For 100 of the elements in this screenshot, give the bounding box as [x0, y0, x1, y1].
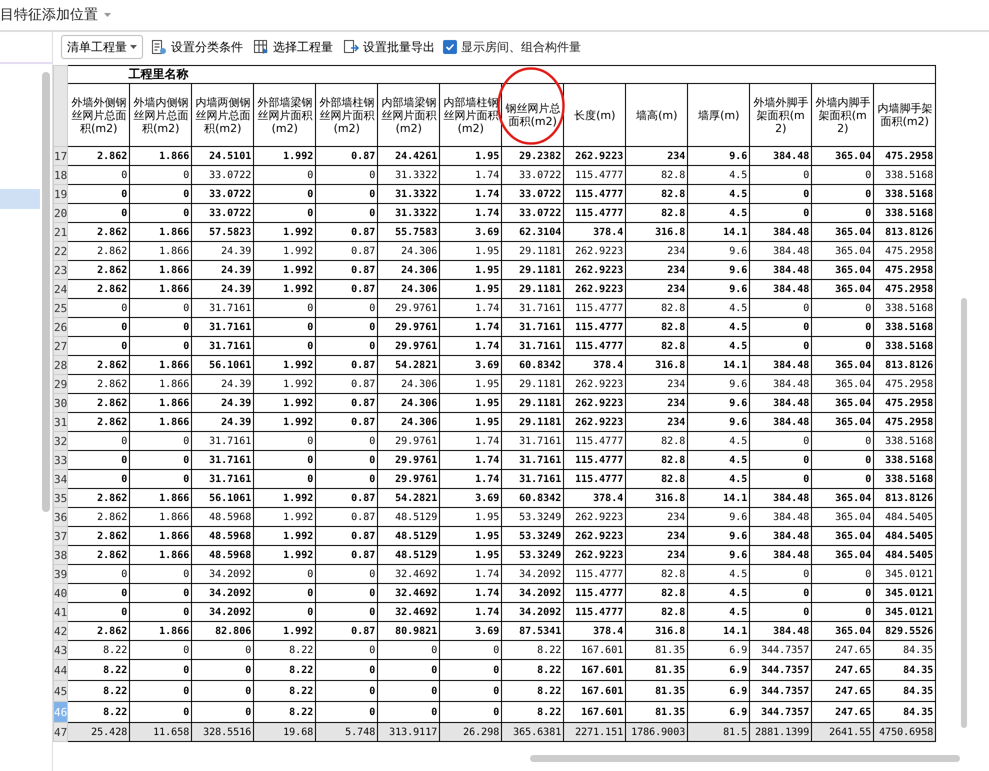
- column-header[interactable]: 外部墙梁钢丝网片面积(m2): [254, 84, 316, 146]
- table-cell: 1.95: [440, 280, 502, 298]
- row-number[interactable]: 22: [54, 242, 68, 260]
- row-number[interactable]: 31: [54, 412, 68, 432]
- row-number[interactable]: 23: [54, 260, 68, 280]
- scrollbar[interactable]: [961, 298, 968, 728]
- column-header[interactable]: 长度(m): [564, 84, 626, 146]
- position-label[interactable]: 目特征添加位置: [0, 6, 98, 24]
- table-cell: 0: [812, 336, 874, 356]
- table-cell: 1.992: [254, 260, 316, 280]
- table-cell: 1.866: [130, 412, 192, 432]
- table-cell: 1.866: [130, 374, 192, 394]
- table-cell: 338.5168: [874, 318, 936, 336]
- toolbar-button[interactable]: 设置批量导出: [341, 38, 437, 56]
- table-cell: 0: [316, 166, 378, 184]
- row-number[interactable]: 29: [54, 374, 68, 394]
- row-number[interactable]: 44: [54, 660, 68, 680]
- row-number[interactable]: 32: [54, 432, 68, 450]
- table-cell: 384.48: [750, 260, 812, 280]
- table-cell: 475.2958: [874, 146, 936, 166]
- row-number[interactable]: 17: [54, 146, 68, 166]
- row-number[interactable]: 27: [54, 336, 68, 356]
- table-cell: 31.3322: [378, 166, 440, 184]
- column-header[interactable]: 内部墙梁钢丝网片面积(m2): [378, 84, 440, 146]
- table-cell: 29.1181: [502, 260, 564, 280]
- table-cell: 0: [750, 450, 812, 470]
- column-header[interactable]: 内墙脚手架面积(m2): [874, 84, 936, 146]
- table-cell: 365.04: [812, 526, 874, 546]
- caret-icon[interactable]: [130, 45, 137, 49]
- row-number[interactable]: 24: [54, 280, 68, 298]
- column-header[interactable]: 外墙外侧钢丝网片总面积(m2): [68, 84, 130, 146]
- row-number[interactable]: 40: [54, 584, 68, 602]
- toolbar-button[interactable]: 设置分类条件: [149, 38, 245, 56]
- row-number[interactable]: 37: [54, 526, 68, 546]
- table-cell: 0: [68, 298, 130, 318]
- column-header[interactable]: 内墙两侧钢丝网片总面积(m2): [192, 84, 254, 146]
- column-header[interactable]: 墙厚(m): [688, 84, 750, 146]
- row-number[interactable]: 39: [54, 564, 68, 584]
- scrollbar[interactable]: [530, 754, 960, 762]
- table-cell: 365.04: [812, 356, 874, 374]
- row-number[interactable]: 35: [54, 488, 68, 508]
- row-number[interactable]: 36: [54, 508, 68, 526]
- table-cell: 0: [68, 318, 130, 336]
- table-cell: 9.6: [688, 242, 750, 260]
- table-cell: 24.39: [192, 242, 254, 260]
- row-number[interactable]: 25: [54, 298, 68, 318]
- row-number[interactable]: 45: [54, 680, 68, 702]
- table-cell: 4.5: [688, 184, 750, 204]
- table-cell: 29.2382: [502, 146, 564, 166]
- table-cell: 82.8: [626, 298, 688, 318]
- table-cell: 384.48: [750, 146, 812, 166]
- row-number[interactable]: 47: [54, 722, 68, 742]
- table-cell: 262.9223: [564, 280, 626, 298]
- column-header[interactable]: 外墙内侧钢丝网片总面积(m2): [130, 84, 192, 146]
- table-cell: 0: [316, 680, 378, 702]
- table-cell: 48.5968: [192, 546, 254, 564]
- row-number[interactable]: 30: [54, 394, 68, 412]
- table-cell: 57.5823: [192, 222, 254, 242]
- row-number[interactable]: 18: [54, 166, 68, 184]
- table-cell: 4.5: [688, 584, 750, 602]
- table-cell: 0.87: [316, 260, 378, 280]
- table-cell: 4.5: [688, 204, 750, 222]
- table-cell: 1.992: [254, 412, 316, 432]
- row-number[interactable]: 28: [54, 356, 68, 374]
- show-rooms-checkbox[interactable]: 显示房间、组合构件量: [443, 38, 581, 56]
- scrollbar[interactable]: [42, 72, 50, 512]
- table-cell: 31.3322: [378, 184, 440, 204]
- row-number[interactable]: 38: [54, 546, 68, 564]
- table-cell: 3.69: [440, 356, 502, 374]
- row-number[interactable]: 42: [54, 622, 68, 640]
- column-header[interactable]: 外墙外脚手架面积(m2): [750, 84, 812, 146]
- row-number[interactable]: 43: [54, 640, 68, 660]
- table-cell: 316.8: [626, 356, 688, 374]
- table-cell: 1.95: [440, 146, 502, 166]
- table-cell: 1.95: [440, 394, 502, 412]
- row-number[interactable]: 26: [54, 318, 68, 336]
- table-cell: 234: [626, 412, 688, 432]
- table-cell: 8.22: [502, 680, 564, 702]
- table-cell: 0: [130, 470, 192, 488]
- table-cell: 54.2821: [378, 356, 440, 374]
- row-number[interactable]: 19: [54, 184, 68, 204]
- row-number[interactable]: 41: [54, 602, 68, 622]
- table-cell: 2.862: [68, 394, 130, 412]
- column-header[interactable]: 外部墙柱钢丝网片面积(m2): [316, 84, 378, 146]
- row-number[interactable]: 34: [54, 470, 68, 488]
- column-header[interactable]: 墙高(m): [626, 84, 688, 146]
- row-number[interactable]: 20: [54, 204, 68, 222]
- table-cell: 0: [130, 204, 192, 222]
- table-cell: 1.866: [130, 488, 192, 508]
- column-header[interactable]: 外墙内脚手架面积(m2): [812, 84, 874, 146]
- table-cell: 1.992: [254, 356, 316, 374]
- row-number[interactable]: 33: [54, 450, 68, 470]
- table-cell: 0: [378, 640, 440, 660]
- table-cell: 338.5168: [874, 336, 936, 356]
- column-header[interactable]: 钢丝网片总面积(m2): [502, 84, 564, 146]
- quantity-dropdown[interactable]: 清单工程量: [61, 35, 143, 59]
- toolbar-button[interactable]: 选择工程量: [251, 38, 335, 56]
- table-cell: 0: [812, 432, 874, 450]
- row-number[interactable]: 21: [54, 222, 68, 242]
- table-cell: 26.298: [440, 722, 502, 742]
